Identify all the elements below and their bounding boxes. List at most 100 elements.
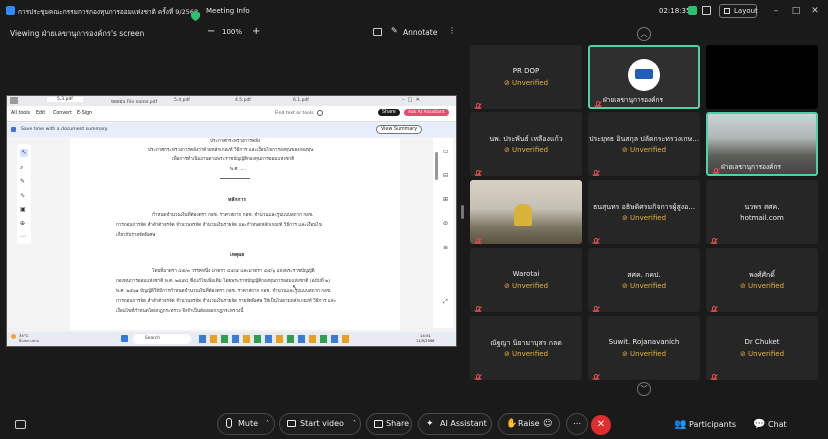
participant-tile[interactable]: สศค. กคป. ⊘ Unverified xyxy=(588,248,700,312)
share-button[interactable]: Share xyxy=(366,413,412,435)
participant-tile[interactable]: พงศ์ศักดิ์ ⊘ Unverified xyxy=(706,248,818,312)
layers-icon[interactable]: ≡ xyxy=(443,244,448,251)
participant-status: ⊘ Unverified xyxy=(470,282,582,290)
zoom-level[interactable]: 100% xyxy=(222,28,242,36)
annotate-icon[interactable]: ✎ xyxy=(391,26,398,35)
participant-tile[interactable]: Warotai ⊘ Unverified xyxy=(470,248,582,312)
stamp-tool-icon[interactable]: ⊕ xyxy=(20,220,25,227)
pdf-tab-5[interactable]: 6.1.pdf xyxy=(293,98,309,103)
zoom-tool-icon[interactable]: ⌕ xyxy=(20,164,23,172)
participant-tile[interactable] xyxy=(470,180,582,244)
end-call-button[interactable]: ✕ xyxy=(591,415,611,435)
gallery-up-button[interactable]: ︿ xyxy=(637,27,651,41)
taskbar-time: 14:51 xyxy=(420,333,431,338)
video-chevron-icon[interactable]: ˄ xyxy=(353,414,356,434)
select-tool-icon[interactable]: ▣ xyxy=(20,206,26,213)
weather-icon xyxy=(11,334,16,339)
annotate-button[interactable]: Annotate xyxy=(403,28,437,37)
hand-icon: ✋ xyxy=(506,419,518,429)
raise-button[interactable]: ✋ Raise ☺ xyxy=(498,413,560,435)
participant-tile[interactable]: ธนสุนทร อธิษดิศรมกิจการผู้สูงอ... ⊘ Unver… xyxy=(588,180,700,244)
gallery-down-button[interactable]: ﹀ xyxy=(637,382,651,396)
highlight-tool-icon[interactable]: ∿ xyxy=(20,192,25,199)
app-icon xyxy=(6,6,15,15)
participant-status-text: Unverified xyxy=(630,350,667,358)
participant-name: ธนสุนทร อธิษดิศรมกิจการผู้สูงอ... xyxy=(592,203,696,211)
summary-banner: Save time with a document summary. View … xyxy=(7,123,456,137)
weather-desc: มีเมฆบางส่วน xyxy=(19,339,40,343)
participant-tile[interactable] xyxy=(706,45,818,109)
home-icon[interactable] xyxy=(10,97,18,104)
video-icon xyxy=(287,420,296,427)
participant-tile[interactable]: ฝ่ายเลขานุการองค์กร xyxy=(588,45,700,109)
screen-icon[interactable] xyxy=(373,28,382,36)
menu-convert[interactable]: Convert xyxy=(53,111,72,116)
scrollbar-thumb[interactable] xyxy=(435,152,438,180)
taskbar-app-icons[interactable] xyxy=(199,335,349,343)
find-search-icon[interactable] xyxy=(317,110,323,116)
mute-chevron-icon[interactable]: ˄ xyxy=(266,414,269,434)
participants-icon[interactable]: 👥 xyxy=(674,419,686,430)
menu-all-tools[interactable]: All tools xyxy=(11,111,30,116)
participant-tile[interactable]: ประยุทธ อินสกุล ปลัดกระทรวงเกษ... ⊘ Unver… xyxy=(588,112,700,176)
participant-status: ⊘ Unverified xyxy=(706,282,818,290)
ai-assistant-button[interactable]: ✦ AI Assistant xyxy=(418,413,492,435)
cursor-tool-icon[interactable]: ↖ xyxy=(20,149,28,157)
participant-tile[interactable]: นพ. ประพันธ์ เหลืองแก้ว ⊘ Unverified xyxy=(470,112,582,176)
view-summary-button[interactable]: View Summary xyxy=(376,125,423,134)
participant-tile[interactable]: PR DOP ⊘ Unverified xyxy=(470,45,582,109)
windows-start-icon[interactable] xyxy=(121,335,128,342)
participant-tile[interactable]: Dr Chuket ⊘ Unverified xyxy=(706,316,818,380)
ai-assistant-label: AI Assistant xyxy=(440,419,487,428)
zoom-in-button[interactable]: + xyxy=(252,26,260,37)
bookmark-icon[interactable]: ⊟ xyxy=(443,172,448,179)
start-video-button[interactable]: Start video ˄ xyxy=(279,413,361,435)
participant-tile[interactable]: นวพร สศค. hotmail.com xyxy=(706,180,818,244)
raise-label: Raise xyxy=(518,419,540,428)
participants-button[interactable]: Participants xyxy=(689,420,736,429)
layout-button[interactable]: Layout xyxy=(719,4,758,18)
participant-name: Suwit. Rojanavanich xyxy=(608,338,680,346)
muted-mic-icon xyxy=(592,368,600,380)
thumbnail-icon[interactable]: ⊞ xyxy=(443,196,448,203)
pdf-tab-3[interactable]: 5.4.pdf xyxy=(174,98,190,103)
menu-edit[interactable]: Edit xyxy=(36,111,45,116)
more-tools-icon[interactable]: ⋯ xyxy=(20,233,26,240)
maximize-icon[interactable]: □ xyxy=(789,4,803,18)
captions-icon[interactable] xyxy=(15,420,26,429)
chat-icon[interactable]: 💬 xyxy=(753,419,765,430)
comment-icon[interactable]: ▭ xyxy=(443,148,449,155)
meeting-info-button[interactable]: Meeting Info xyxy=(206,7,250,15)
attach-icon[interactable]: ⊘ xyxy=(443,220,448,227)
gallery-divider-handle[interactable] xyxy=(461,205,464,219)
pdf-tab-4[interactable]: 4.5.pdf xyxy=(235,98,251,103)
participant-tile[interactable]: ฝ่ายเลขานุการองค์กร xyxy=(706,112,818,176)
zoom-fit-icon[interactable]: ⤢ xyxy=(443,298,448,306)
chat-button[interactable]: Chat xyxy=(768,420,787,429)
muted-mic-icon xyxy=(592,164,600,176)
pen-tool-icon[interactable]: ✎ xyxy=(20,178,25,185)
unverified-icon: ⊘ xyxy=(503,146,513,154)
unverified-icon: ⊘ xyxy=(503,79,513,87)
pdf-tab-2[interactable]: ทดสอบ File name.pdf xyxy=(111,98,157,105)
share-pdf-button[interactable]: Share xyxy=(378,109,400,116)
more-button[interactable]: ⋯ xyxy=(566,413,588,435)
taskbar-search[interactable]: Search xyxy=(133,334,191,344)
pdf-tab-1[interactable]: 5.3.pdf xyxy=(47,97,83,102)
more-icon[interactable]: ⋮ xyxy=(448,26,456,35)
pdf-page: ประกาศกระทรวงการคลัง ประกาศกระทรวงการคลั… xyxy=(70,138,400,330)
reaction-icon[interactable]: ☺ xyxy=(543,414,552,434)
participant-tile[interactable]: ณัฐญา นิยามาบุสร กลต ⊘ Unverified xyxy=(470,316,582,380)
participant-status-text: Unverified xyxy=(630,146,667,154)
menu-esign[interactable]: E-Sign xyxy=(77,111,92,116)
minimize-icon[interactable]: – xyxy=(769,4,783,18)
participant-tile[interactable]: Suwit. Rojanavanich ⊘ Unverified xyxy=(588,316,700,380)
pdf-window-controls[interactable]: – □ ✕ xyxy=(402,97,420,103)
zoom-out-button[interactable]: − xyxy=(207,26,215,37)
meeting-clock: 02:18:35 xyxy=(659,7,691,15)
grid-icon[interactable] xyxy=(702,6,711,15)
ask-ai-button[interactable]: Ask AI Assistant xyxy=(404,109,449,116)
find-input[interactable]: Find text or tools xyxy=(275,111,314,116)
close-icon[interactable]: ✕ xyxy=(808,4,822,18)
mute-button[interactable]: Mute ˄ xyxy=(217,413,275,435)
